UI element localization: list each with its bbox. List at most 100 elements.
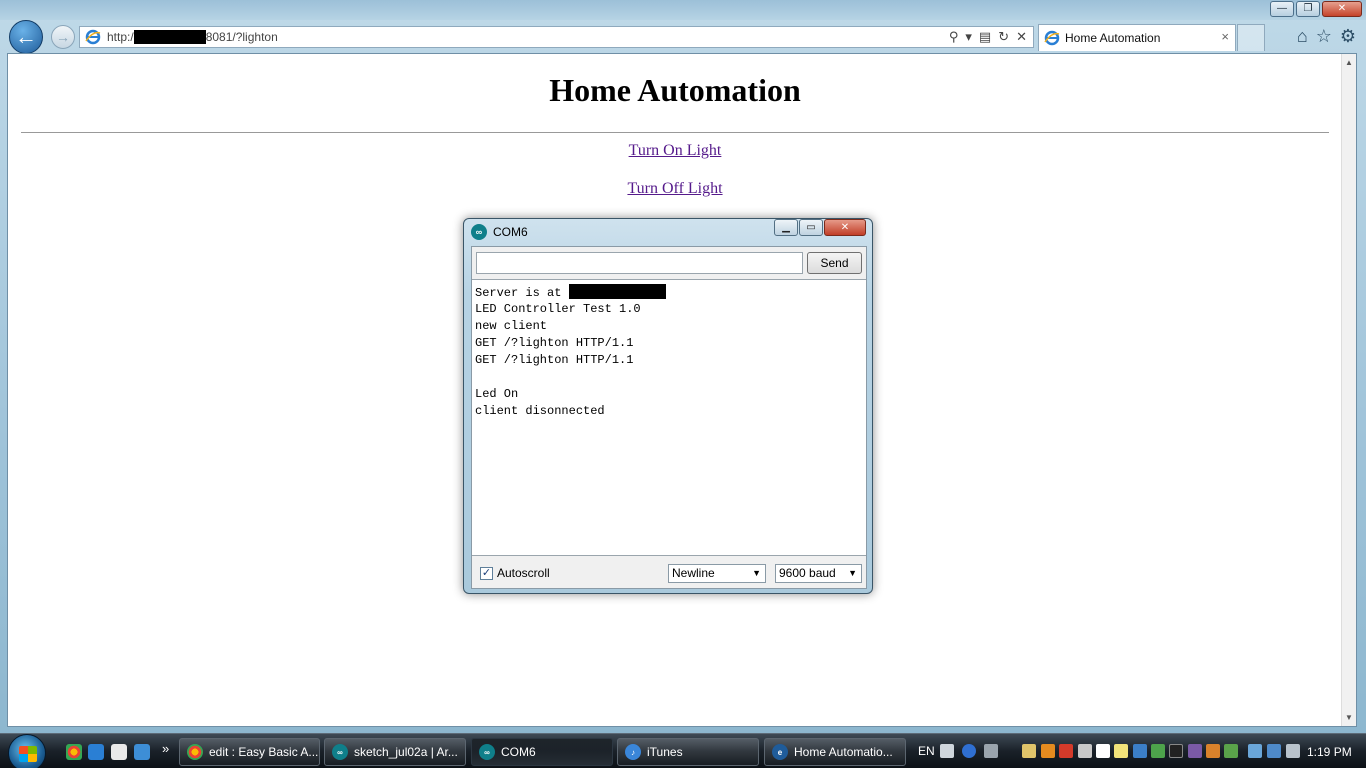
baud-rate-select[interactable]: 9600 baud ▼ <box>775 564 862 583</box>
volume-icon[interactable] <box>1286 744 1300 758</box>
arduino-icon: ∞ <box>471 224 487 240</box>
expand-icon[interactable] <box>984 744 998 758</box>
stop-icon[interactable]: ✕ <box>1016 29 1027 45</box>
desktop-icon[interactable] <box>134 744 150 760</box>
monitor-icon[interactable] <box>1267 744 1281 758</box>
search-icon[interactable]: ⚲ <box>949 29 959 45</box>
page-title: Home Automation <box>549 72 801 108</box>
taskbar-item-com6[interactable]: ∞ COM6 <box>471 738 613 766</box>
compatibility-view-icon[interactable]: ▤ <box>979 29 991 45</box>
console-line: LED Controller Test 1.0 <box>475 302 641 316</box>
serial-footer: ✓ Autoscroll Newline ▼ 9600 baud ▼ <box>472 559 866 589</box>
serial-minimize-button[interactable]: ▁ <box>774 219 798 236</box>
taskbar-item-itunes[interactable]: ♪ iTunes <box>617 738 759 766</box>
favorites-star-icon[interactable]: ☆ <box>1316 26 1332 47</box>
close-tab-icon[interactable]: × <box>1221 29 1229 44</box>
taskbar-item-label: COM6 <box>501 745 536 759</box>
serial-maximize-button[interactable]: ▭ <box>799 219 823 236</box>
back-arrow-icon: ← <box>15 24 37 49</box>
autoscroll-label: Autoscroll <box>497 566 550 580</box>
turn-on-light-row: Turn On Light <box>8 142 1342 160</box>
tray-app-icon[interactable] <box>1133 744 1147 758</box>
tray-app-icon[interactable] <box>1114 744 1128 758</box>
document-icon[interactable] <box>111 744 127 760</box>
taskbar-item-arduino[interactable]: ∞ sketch_jul02a | Ar... <box>324 738 466 766</box>
window-title-bar: — ❐ ✕ <box>0 0 1366 20</box>
dropdown-icon[interactable]: ▾ <box>965 29 972 45</box>
itunes-icon: ♪ <box>625 744 641 760</box>
home-icon[interactable]: ⌂ <box>1297 26 1308 47</box>
baud-rate-value: 9600 baud <box>779 566 836 580</box>
chrome-icon[interactable] <box>66 744 82 760</box>
close-window-button[interactable]: ✕ <box>1322 1 1362 17</box>
scroll-down-icon[interactable]: ▼ <box>1345 713 1353 722</box>
scroll-up-icon[interactable]: ▲ <box>1345 58 1353 67</box>
turn-on-light-link[interactable]: Turn On Light <box>629 142 722 159</box>
windows-logo-lower-icon <box>19 754 37 762</box>
command-icons: ⌂ ☆ ⚙ <box>1297 26 1356 47</box>
taskbar-item-label: edit : Easy Basic A... <box>209 745 319 759</box>
taskbar: » edit : Easy Basic A... ∞ sketch_jul02a… <box>0 733 1366 768</box>
taskbar-item-label: Home Automatio... <box>794 745 893 759</box>
window-controls: — ❐ ✕ <box>1270 1 1362 17</box>
taskbar-item-ie[interactable]: e Home Automatio... <box>764 738 906 766</box>
start-button[interactable] <box>8 734 46 768</box>
ie-quicklaunch-icon[interactable] <box>88 744 104 760</box>
chrome-icon <box>187 744 203 760</box>
serial-window-controls: ▁ ▭ ✕ <box>774 219 866 236</box>
back-button[interactable]: ← <box>9 20 43 54</box>
serial-client-area: Send Server is at LED Controller Test 1.… <box>471 246 867 589</box>
serial-output-console: Server is at LED Controller Test 1.0 new… <box>472 279 866 556</box>
new-tab-button[interactable] <box>1237 24 1265 51</box>
tray-app-icon[interactable] <box>1224 744 1238 758</box>
checkmark-icon[interactable]: ✓ <box>480 566 493 580</box>
maximize-button[interactable]: ❐ <box>1296 1 1320 17</box>
serial-close-button[interactable]: ✕ <box>824 219 866 236</box>
tab-home-automation[interactable]: Home Automation × <box>1038 24 1236 51</box>
language-indicator[interactable]: EN <box>918 744 935 758</box>
console-line: new client <box>475 319 548 333</box>
tab-title: Home Automation <box>1065 31 1161 45</box>
taskbar-item-label: sketch_jul02a | Ar... <box>354 745 458 759</box>
url-suffix: 8081/?lighton <box>205 29 278 44</box>
tray-app-icon[interactable] <box>1022 744 1036 758</box>
ie-icon: e <box>772 744 788 760</box>
network-icon[interactable] <box>1248 744 1262 758</box>
tray-app-icon[interactable] <box>1151 744 1165 758</box>
tray-app-icon[interactable] <box>1096 744 1110 758</box>
console-line: client disonnected <box>475 404 605 418</box>
send-button[interactable]: Send <box>807 252 862 274</box>
tray-app-icon[interactable] <box>1206 744 1220 758</box>
redacted-ip <box>568 284 666 299</box>
taskbar-item-label: iTunes <box>647 745 683 759</box>
address-bar[interactable]: http:/ 8081/?lighton ⚲ ▾ ▤ ↻ ✕ <box>79 26 1034 48</box>
serial-send-input[interactable] <box>476 252 803 274</box>
tray-app-icon[interactable] <box>1169 744 1183 758</box>
clock[interactable]: 1:19 PM <box>1307 745 1352 759</box>
vertical-scrollbar[interactable]: ▲ ▼ <box>1341 54 1356 726</box>
tray-app-icon[interactable] <box>1041 744 1055 758</box>
serial-title-bar[interactable]: ∞ COM6 ▁ ▭ ✕ <box>464 219 872 245</box>
console-line: GET /?lighton HTTP/1.1 <box>475 336 634 350</box>
turn-off-light-link[interactable]: Turn Off Light <box>627 180 722 197</box>
quicklaunch-more-icon[interactable]: » <box>162 741 169 756</box>
url-text: http:/ 8081/?lighton <box>107 30 278 45</box>
gear-icon[interactable]: ⚙ <box>1340 26 1356 47</box>
tray-app-icon[interactable] <box>1059 744 1073 758</box>
serial-window-title: COM6 <box>493 225 528 239</box>
forward-button[interactable]: → <box>51 25 75 49</box>
refresh-icon[interactable]: ↻ <box>998 29 1009 45</box>
chevron-down-icon: ▼ <box>752 568 761 578</box>
help-icon[interactable] <box>962 744 976 758</box>
autoscroll-checkbox[interactable]: ✓ Autoscroll <box>480 566 550 580</box>
tray-app-icon[interactable] <box>1078 744 1092 758</box>
console-line: Led On <box>475 387 519 401</box>
keyboard-icon[interactable] <box>940 744 954 758</box>
horizontal-rule <box>21 132 1329 133</box>
line-ending-select[interactable]: Newline ▼ <box>668 564 766 583</box>
minimize-button[interactable]: — <box>1270 1 1294 17</box>
tray-app-icon[interactable] <box>1188 744 1202 758</box>
tab-ie-icon <box>1044 30 1060 46</box>
taskbar-item-chrome[interactable]: edit : Easy Basic A... <box>179 738 320 766</box>
